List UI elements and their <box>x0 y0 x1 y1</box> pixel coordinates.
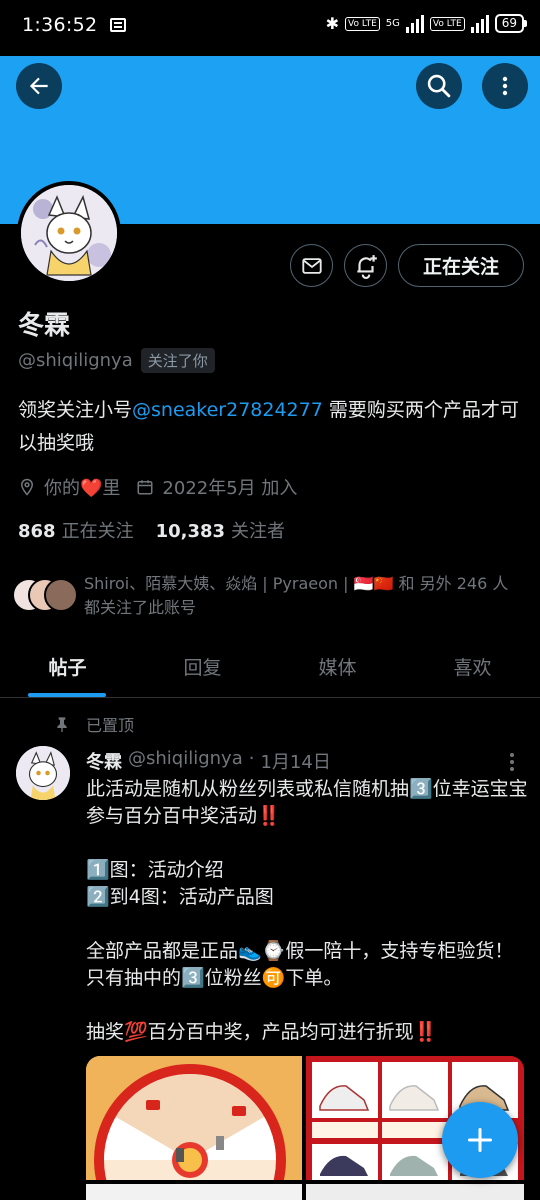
following-label: 正在关注 <box>61 521 134 542</box>
bluetooth-icon: ✱ <box>325 14 339 33</box>
envelope-icon <box>301 257 322 274</box>
post-separator: · <box>248 748 255 769</box>
following-count: 868 <box>18 521 56 542</box>
profile-tabs: 帖子 回复 媒体 喜欢 <box>0 642 540 698</box>
message-button[interactable] <box>290 244 333 287</box>
active-tab-indicator <box>28 693 106 697</box>
signal-icon-2 <box>470 14 489 33</box>
pinned-indicator: 已置顶 <box>54 712 134 736</box>
followers-label: 关注者 <box>231 521 286 542</box>
profile-avatar[interactable] <box>17 181 121 285</box>
pin-icon <box>57 717 67 732</box>
bell-plus-icon <box>356 254 377 279</box>
network-type: 5G <box>385 18 400 29</box>
post-image-1[interactable] <box>86 1056 302 1180</box>
volte-badge: Vo LTE <box>345 16 380 31</box>
tab-replies[interactable]: 回复 <box>135 642 270 697</box>
location-item: 你的❤️里 <box>18 474 120 500</box>
post-line <box>86 830 531 857</box>
avatar-illustration <box>21 185 117 281</box>
search-icon <box>427 74 451 98</box>
arrow-left-icon <box>29 77 48 95</box>
post-line: 抽奖💯百分百中奖，产品均可进行折现‼️ <box>86 1021 438 1043</box>
more-options-button[interactable] <box>482 63 528 109</box>
post-more-button[interactable] <box>504 752 520 772</box>
volte-badge-2: Vo LTE <box>429 16 465 31</box>
post-image-4[interactable] <box>306 1184 524 1200</box>
profile-handle: @shiqilignya <box>18 350 133 371</box>
tab-likes[interactable]: 喜欢 <box>405 642 540 697</box>
post-author-avatar[interactable] <box>16 746 70 800</box>
joined-text: 2022年5月 加入 <box>162 478 298 499</box>
notification-icon <box>110 18 126 32</box>
profile-bio: 领奖关注小号@sneaker27824277 需要购买两个产品才可以抽奖哦 <box>18 394 528 460</box>
following-stat[interactable]: 868 正在关注 <box>18 517 134 543</box>
post-line: 1️⃣图：活动介绍 <box>86 859 224 881</box>
search-button[interactable] <box>416 63 462 109</box>
bio-text-prefix: 领奖关注小号 <box>18 399 133 421</box>
profile-name: 冬霖 <box>18 311 71 341</box>
location-pin-icon <box>20 478 34 496</box>
followed-by-text: Shiroi、陌慕大姨、焱焰 | Pyraeon | 🇸🇬🇨🇳 和 另外 246… <box>84 574 509 617</box>
signal-icon <box>405 14 424 33</box>
prize-wheel-image <box>86 1056 302 1180</box>
follows-you-badge: 关注了你 <box>140 348 215 373</box>
more-vertical-icon <box>502 76 508 96</box>
location-text: 你的❤️里 <box>44 478 121 499</box>
calendar-icon <box>137 480 153 495</box>
battery-icon: 69 <box>494 14 528 33</box>
joined-item: 2022年5月 加入 <box>136 474 297 500</box>
post-author-handle: @shiqilignya <box>128 748 243 769</box>
post-line <box>86 992 531 1019</box>
post-line <box>86 911 531 938</box>
post-date: 1月14日 <box>260 752 331 773</box>
status-icons: ✱ Vo LTE 5G Vo LTE 69 <box>325 14 528 33</box>
tab-posts[interactable]: 帖子 <box>0 642 135 697</box>
compose-post-button[interactable] <box>442 1102 518 1178</box>
more-vertical-icon <box>510 753 514 771</box>
tab-media[interactable]: 媒体 <box>270 642 405 697</box>
post-author-name[interactable]: 冬霖 <box>86 748 122 774</box>
status-bar: 1:36:52 ✱ Vo LTE 5G Vo LTE 69 <box>0 0 540 56</box>
post-line: 2️⃣到4图：活动产品图 <box>86 886 274 908</box>
bio-mention-link[interactable]: @sneaker27824277 <box>132 399 323 421</box>
follow-stats: 868 正在关注 10,383 关注者 <box>18 517 285 543</box>
back-button[interactable] <box>16 63 62 109</box>
following-button[interactable]: 正在关注 <box>398 244 524 287</box>
followers-stat[interactable]: 10,383 关注者 <box>156 517 285 543</box>
post-header: 冬霖 @shiqilignya · 1月14日 <box>86 748 331 774</box>
follower-avatars <box>12 578 82 612</box>
status-time: 1:36:52 <box>22 14 98 36</box>
notifications-button[interactable] <box>344 244 387 287</box>
post-line: 全部产品都是正品👟⌚假一陪十，支持专柜验货！只有抽中的3️⃣位粉丝🉑下单。 <box>86 940 514 989</box>
avatar-illustration <box>16 746 70 800</box>
followers-count: 10,383 <box>155 521 226 542</box>
post-line: 此活动是随机从粉丝列表或私信随机抽3️⃣位幸运宝宝参与百分百中奖活动‼️ <box>86 778 528 827</box>
pinned-label: 已置顶 <box>86 716 135 735</box>
plus-icon <box>467 1127 493 1153</box>
handle-row: @shiqilignya 关注了你 <box>18 348 215 373</box>
post-image-3[interactable] <box>86 1184 302 1200</box>
post-body: 此活动是随机从粉丝列表或私信随机抽3️⃣位幸运宝宝参与百分百中奖活动‼️ 1️⃣… <box>86 776 531 1046</box>
avatar <box>44 578 78 612</box>
profile-meta: 你的❤️里 2022年5月 加入 <box>18 474 313 500</box>
